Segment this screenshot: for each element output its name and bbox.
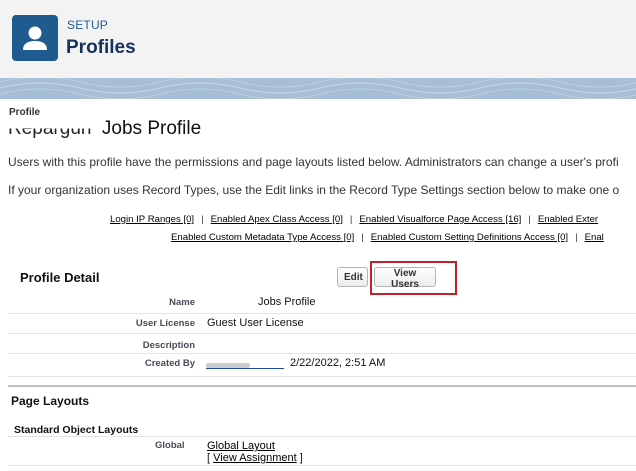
profile-description-text: Users with this profile have the permiss… (8, 155, 619, 169)
field-value-user-license: Guest User License (207, 317, 304, 329)
link-separator: | (528, 214, 531, 225)
page-title: Jobs Profile (101, 118, 202, 139)
related-links-row-2: Enabled Custom Metadata Type Access [0] |… (171, 232, 604, 243)
profile-content: Profile Repargun Jobs Profile Users with… (0, 99, 636, 471)
field-label-global: Global (155, 440, 185, 451)
link-separator: | (361, 232, 364, 243)
view-users-button[interactable]: View Users (374, 267, 436, 290)
edit-button[interactable]: Edit (337, 267, 368, 287)
link-separator: | (349, 214, 353, 225)
link-visualforce-page-access[interactable]: Enabled Visualforce Page Access [16] (359, 214, 521, 225)
page-title-row: Repargun Jobs Profile (8, 118, 201, 140)
link-separator: | (575, 232, 578, 243)
standard-object-layouts-title: Standard Object Layouts (14, 424, 139, 436)
detail-row-created-by: Created By 2/22/2022, 2:51 AM (8, 354, 636, 377)
page-layouts-title: Page Layouts (11, 394, 90, 408)
subsection-divider (8, 436, 636, 437)
field-label-name: Name (169, 297, 195, 308)
field-value-name: Jobs Profile (258, 296, 316, 308)
profile-detail-title: Profile Detail (20, 270, 100, 285)
field-value-created-date: 2/22/2022, 2:51 AM (290, 357, 386, 369)
setup-eyebrow: SETUP (67, 18, 109, 32)
setup-header: SETUP Profiles (0, 0, 636, 78)
link-separator: | (201, 214, 204, 225)
link-enabled-more[interactable]: Enal (585, 232, 604, 243)
section-divider (8, 385, 636, 387)
redacted-user-name (206, 363, 250, 368)
link-custom-setting-definitions-access[interactable]: Enabled Custom Setting Definitions Acces… (371, 232, 568, 243)
field-label-created-by: Created By (144, 358, 195, 369)
breadcrumb: Profile (9, 107, 41, 118)
field-label-description: Description (142, 340, 195, 351)
page-title-prefix: Repargun (8, 118, 92, 139)
link-external-access[interactable]: Enabled Exter (538, 214, 598, 225)
field-label-user-license: User License (135, 318, 195, 329)
detail-row-description: Description (8, 334, 636, 354)
record-types-help-text: If your organization uses Record Types, … (8, 183, 620, 197)
decorative-wave-band (0, 78, 636, 99)
row-divider (8, 465, 636, 466)
detail-row-name: Name Jobs Profile (8, 294, 636, 314)
link-login-ip-ranges[interactable]: Login IP Ranges [0] (110, 214, 194, 225)
related-links-row-1: Login IP Ranges [0] | Enabled Apex Class A… (110, 214, 598, 225)
view-assignment-link[interactable]: View Assignment (213, 452, 297, 464)
created-by-user-link[interactable] (206, 358, 284, 369)
global-layout-link[interactable]: Global Layout (207, 440, 275, 452)
link-apex-class-access[interactable]: Enabled Apex Class Access [0] (211, 214, 343, 225)
link-custom-metadata-type-access[interactable]: Enabled Custom Metadata Type Access [0] (171, 232, 354, 243)
detail-row-user-license: User License Guest User License (8, 314, 636, 334)
bracket-close: ] (296, 452, 303, 464)
setup-page-title: Profiles (66, 37, 136, 58)
view-assignment-group: [ View Assignment ] (207, 452, 303, 464)
user-icon (12, 15, 58, 61)
